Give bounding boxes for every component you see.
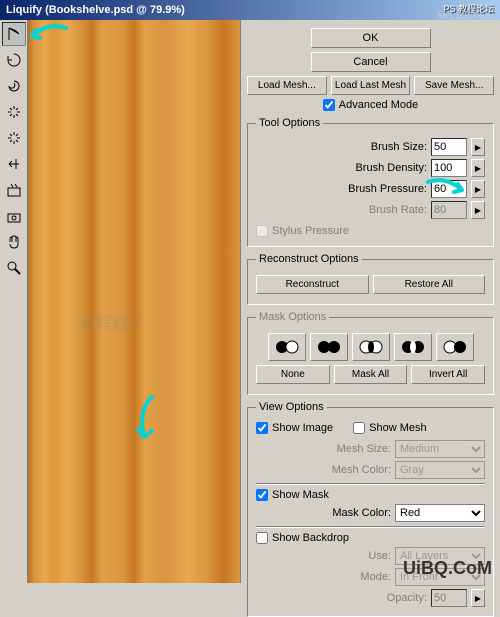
mesh-size-label: Mesh Size: <box>337 443 391 455</box>
window-title: Liquify (Bookshelve.psd @ 79.9%) <box>6 4 185 16</box>
view-options-group: View Options Show Image Show Mesh Mesh S… <box>247 401 494 617</box>
show-image-checkbox[interactable] <box>256 422 268 434</box>
brush-pressure-stepper[interactable]: ▶ <box>471 180 485 198</box>
stylus-pressure-label: Stylus Pressure <box>272 225 349 237</box>
invert-all-button[interactable]: Invert All <box>411 365 485 384</box>
preview-canvas[interactable] <box>28 20 240 583</box>
use-label: Use: <box>368 550 391 562</box>
show-backdrop-checkbox[interactable] <box>256 532 268 544</box>
view-options-legend: View Options <box>256 401 327 413</box>
brush-rate-stepper: ▶ <box>471 201 485 219</box>
bloat-tool[interactable] <box>2 126 26 150</box>
push-left-tool[interactable] <box>2 152 26 176</box>
mesh-color-label: Mesh Color: <box>332 464 391 476</box>
show-mask-checkbox[interactable] <box>256 489 268 501</box>
mask-color-select[interactable]: Red <box>395 504 485 522</box>
reconstruct-tool[interactable] <box>2 48 26 72</box>
reconstruct-options-group: Reconstruct Options Reconstruct Restore … <box>247 253 494 305</box>
mask-all-button[interactable]: Mask All <box>334 365 408 384</box>
pucker-tool[interactable] <box>2 100 26 124</box>
mask-options-legend: Mask Options <box>256 311 329 323</box>
opacity-stepper: ▶ <box>471 589 485 607</box>
freeze-mask-tool[interactable] <box>2 178 26 202</box>
advanced-mode-checkbox[interactable] <box>323 99 335 111</box>
brush-size-input[interactable] <box>431 138 467 156</box>
title-bar: Liquify (Bookshelve.psd @ 79.9%) <box>0 0 500 20</box>
advanced-mode-label: Advanced Mode <box>339 99 419 111</box>
options-panel: OK Cancel Load Mesh... Load Last Mesh Sa… <box>240 20 500 583</box>
thaw-mask-tool[interactable] <box>2 204 26 228</box>
mask-invert-icon[interactable] <box>436 333 474 361</box>
load-mesh-button[interactable]: Load Mesh... <box>247 76 327 95</box>
mask-replace-icon[interactable] <box>268 333 306 361</box>
tool-options-legend: Tool Options <box>256 117 323 129</box>
mask-color-label: Mask Color: <box>332 507 391 519</box>
mesh-color-select: Gray <box>395 461 485 479</box>
mask-none-button[interactable]: None <box>256 365 330 384</box>
brush-pressure-label: Brush Pressure: <box>348 183 427 195</box>
save-mesh-button[interactable]: Save Mesh... <box>414 76 494 95</box>
twirl-tool[interactable] <box>2 74 26 98</box>
brush-rate-input <box>431 201 467 219</box>
brush-size-stepper[interactable]: ▶ <box>471 138 485 156</box>
mode-label: Mode: <box>360 571 391 583</box>
show-image-label: Show Image <box>272 422 333 434</box>
brush-pressure-input[interactable] <box>431 180 467 198</box>
show-backdrop-label: Show Backdrop <box>272 532 349 544</box>
mask-options-group: Mask Options None Mask All Invert All <box>247 311 494 395</box>
forward-warp-tool[interactable] <box>2 22 26 46</box>
restore-all-button[interactable]: Restore All <box>373 275 486 294</box>
brush-rate-label: Brush Rate: <box>369 204 427 216</box>
show-mesh-checkbox[interactable] <box>353 422 365 434</box>
brush-size-label: Brush Size: <box>371 141 427 153</box>
opacity-label: Opacity: <box>387 592 427 604</box>
use-select: All Layers <box>395 547 485 565</box>
ok-button[interactable]: OK <box>311 28 431 48</box>
mode-select: In Front <box>395 568 485 586</box>
mask-add-icon[interactable] <box>310 333 348 361</box>
stylus-pressure-checkbox <box>256 225 268 237</box>
brush-density-input[interactable] <box>431 159 467 177</box>
mesh-size-select: Medium <box>395 440 485 458</box>
cancel-button[interactable]: Cancel <box>311 52 431 72</box>
zoom-tool[interactable] <box>2 256 26 280</box>
brush-density-label: Brush Density: <box>355 162 427 174</box>
mask-intersect-icon[interactable] <box>394 333 432 361</box>
brush-density-stepper[interactable]: ▶ <box>471 159 485 177</box>
hand-tool[interactable] <box>2 230 26 254</box>
mask-subtract-icon[interactable] <box>352 333 390 361</box>
reconstruct-button[interactable]: Reconstruct <box>256 275 369 294</box>
show-mesh-label: Show Mesh <box>369 422 426 434</box>
opacity-input <box>431 589 467 607</box>
reconstruct-legend: Reconstruct Options <box>256 253 362 265</box>
tool-toolbar <box>0 20 28 583</box>
show-mask-label: Show Mask <box>272 489 329 501</box>
load-last-mesh-button[interactable]: Load Last Mesh <box>331 76 411 95</box>
tool-options-group: Tool Options Brush Size: ▶ Brush Density… <box>247 117 494 247</box>
